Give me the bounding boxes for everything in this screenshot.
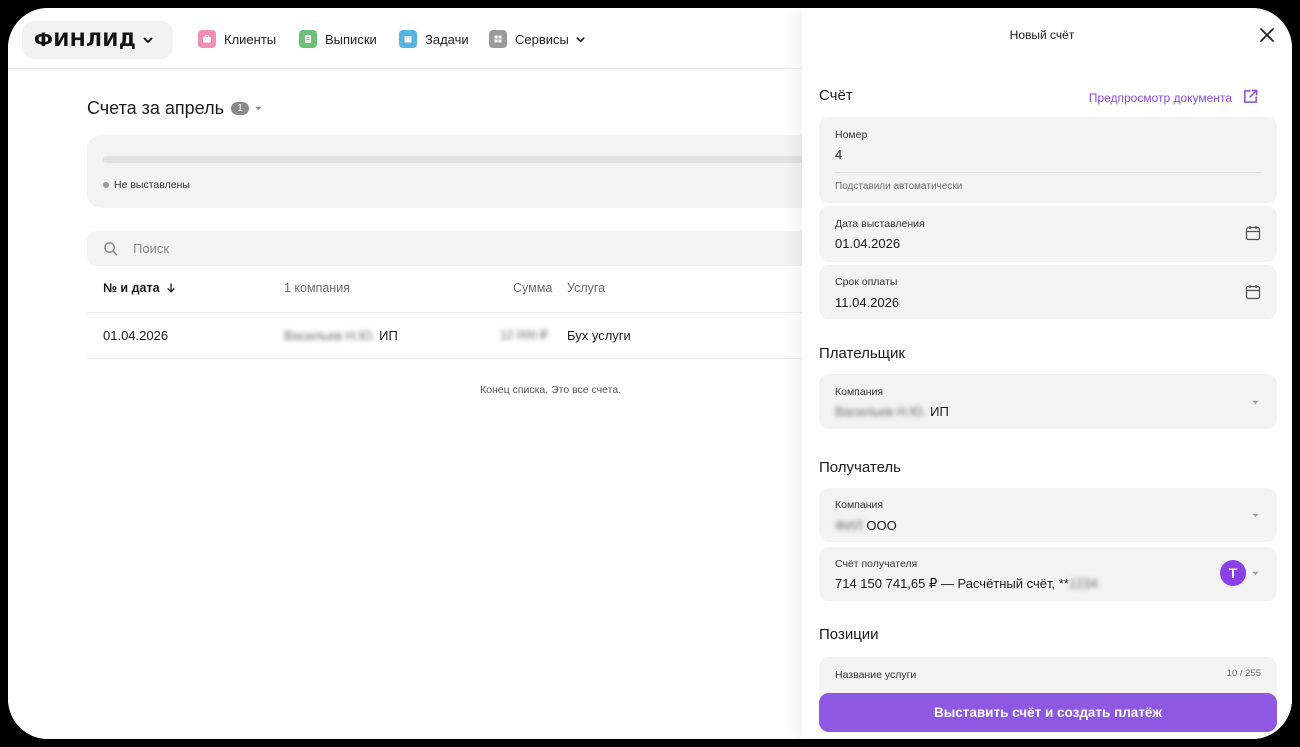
due-date-value: 11.04.2026 bbox=[835, 295, 900, 310]
char-counter: 10 / 255 bbox=[1226, 668, 1261, 679]
column-header-service[interactable]: Услуга bbox=[567, 281, 605, 295]
count-badge: 1 bbox=[230, 102, 249, 115]
logo: ФИНЛИД bbox=[34, 29, 137, 51]
calendar-icon[interactable] bbox=[1245, 284, 1261, 300]
grid-icon bbox=[489, 30, 507, 48]
nav-item-services[interactable]: Сервисы bbox=[489, 28, 586, 50]
status-progress-bar bbox=[103, 156, 833, 163]
chevron-down-icon bbox=[576, 36, 585, 42]
row-company-type: ИП bbox=[379, 328, 398, 343]
briefcase-icon bbox=[198, 30, 216, 48]
page-title-text: Счета за апрель bbox=[87, 98, 224, 118]
due-date-field[interactable]: Срок оплаты 11.04.2026 bbox=[819, 265, 1277, 319]
recipient-company-value: ФИЛ ООО bbox=[835, 518, 897, 533]
recipient-account-value: 714 150 741,65 ₽ — Расчётный счёт, **123… bbox=[835, 576, 1098, 592]
close-icon[interactable] bbox=[1258, 26, 1276, 44]
panel-title-text: Новый счёт bbox=[1009, 28, 1075, 42]
nav-item-tasks[interactable]: Задачи bbox=[399, 28, 469, 50]
nav-item-label: Задачи bbox=[425, 31, 469, 47]
field-label: Срок оплаты bbox=[835, 276, 898, 288]
service-name-field[interactable]: Название услуги 10 / 255 bbox=[819, 657, 1277, 697]
preview-document-link[interactable]: Предпросмотр документа bbox=[1089, 89, 1259, 106]
section-positions-heading: Позиции bbox=[819, 626, 879, 643]
field-label: Дата выставления bbox=[835, 218, 925, 230]
field-label: Название услуги bbox=[835, 669, 917, 681]
status-legend-not-issued: Не выставлены bbox=[103, 179, 190, 191]
field-label: Счёт получателя bbox=[835, 558, 918, 570]
row-service: Бух услуги bbox=[567, 328, 631, 343]
account-number-redacted: 1234 bbox=[1068, 576, 1098, 591]
issue-date-field[interactable]: Дата выставления 01.04.2026 bbox=[819, 206, 1277, 262]
field-divider bbox=[835, 172, 1261, 173]
row-date: 01.04.2026 bbox=[103, 328, 169, 343]
status-summary-card: Не выставлены bbox=[87, 135, 847, 208]
field-label: Номер bbox=[835, 129, 868, 141]
page-title[interactable]: Счета за апрель 1 bbox=[87, 98, 263, 119]
issue-date-value: 01.04.2026 bbox=[835, 236, 901, 251]
new-invoice-panel: Новый счёт Счёт Предпросмотр документа Н… bbox=[802, 8, 1292, 739]
account-balance-text: 714 150 741,65 ₽ — Расчётный счёт, ** bbox=[835, 576, 1069, 591]
payer-company-name-redacted: Васильев Н.Ю. bbox=[835, 404, 927, 419]
column-header-number-date[interactable]: № и дата bbox=[103, 281, 176, 295]
legend-dot bbox=[103, 182, 109, 188]
search-bar bbox=[87, 231, 847, 266]
field-hint: Подставили автоматически bbox=[835, 181, 963, 192]
section-invoice-heading: Счёт bbox=[819, 87, 853, 104]
recipient-company-select[interactable]: Компания ФИЛ ООО bbox=[819, 488, 1277, 542]
invoice-number-field[interactable]: Номер 4 Подставили автоматически bbox=[819, 117, 1277, 203]
payer-company-value: Васильев Н.Ю. ИП bbox=[835, 404, 949, 419]
nav-item-statements[interactable]: Выписки bbox=[299, 28, 377, 50]
search-input[interactable] bbox=[133, 241, 733, 256]
row-sum: 12 000 ₽ bbox=[500, 328, 548, 342]
field-label: Компания bbox=[835, 499, 884, 511]
caret-down-icon bbox=[1252, 513, 1259, 518]
app-window: ФИНЛИД Клиенты Выписки Задачи Сервисы Сч… bbox=[8, 8, 1292, 739]
recipient-company-type: ООО bbox=[866, 518, 897, 533]
caret-down-icon bbox=[255, 106, 262, 111]
column-header-label: № и дата bbox=[103, 281, 160, 295]
recipient-company-name-redacted: ФИЛ bbox=[835, 518, 863, 533]
caret-down-icon bbox=[1252, 400, 1259, 405]
row-divider bbox=[87, 358, 847, 359]
column-header-label: 1 компания bbox=[284, 281, 350, 295]
preview-link-label: Предпросмотр документа bbox=[1088, 90, 1232, 105]
logo-menu-button[interactable]: ФИНЛИД bbox=[22, 21, 173, 59]
legend-label: Не выставлены bbox=[114, 179, 190, 191]
external-link-icon bbox=[1244, 89, 1258, 103]
nav-item-label: Выписки bbox=[325, 31, 377, 47]
column-header-companies[interactable]: 1 компания bbox=[284, 281, 350, 295]
tasks-icon bbox=[399, 30, 417, 48]
column-header-sum[interactable]: Сумма bbox=[513, 281, 552, 295]
nav-item-clients[interactable]: Клиенты bbox=[198, 28, 276, 50]
invoice-number-value: 4 bbox=[835, 147, 843, 162]
search-icon bbox=[104, 242, 118, 256]
caret-down-icon bbox=[1252, 571, 1259, 576]
panel-title: Новый счёт bbox=[802, 28, 1292, 42]
submit-invoice-button[interactable]: Выставить счёт и создать платёж bbox=[819, 693, 1277, 732]
section-payer-heading: Плательщик bbox=[819, 345, 905, 362]
bank-logo-icon: Т bbox=[1220, 560, 1246, 586]
row-company-name-redacted: Васильев Н.Ю. bbox=[284, 328, 376, 343]
header-divider bbox=[87, 312, 847, 313]
recipient-account-select[interactable]: Счёт получателя 714 150 741,65 ₽ — Расчё… bbox=[819, 547, 1277, 601]
row-company: Васильев Н.Ю. ИП bbox=[284, 328, 398, 343]
chevron-down-icon bbox=[143, 37, 153, 43]
nav-item-label: Сервисы bbox=[515, 31, 569, 47]
column-header-label: Сумма bbox=[513, 281, 553, 295]
field-label: Компания bbox=[835, 386, 884, 398]
calendar-icon[interactable] bbox=[1245, 225, 1261, 241]
payer-company-select[interactable]: Компания Васильев Н.Ю. ИП bbox=[819, 374, 1277, 429]
document-icon bbox=[299, 30, 317, 48]
payer-company-type: ИП bbox=[930, 404, 949, 419]
column-header-label: Услуга bbox=[567, 281, 606, 295]
end-of-list-note: Конец списка. Это все счета. bbox=[480, 384, 622, 396]
arrow-down-icon bbox=[166, 283, 175, 293]
nav-item-label: Клиенты bbox=[224, 31, 277, 47]
section-recipient-heading: Получатель bbox=[819, 459, 901, 476]
